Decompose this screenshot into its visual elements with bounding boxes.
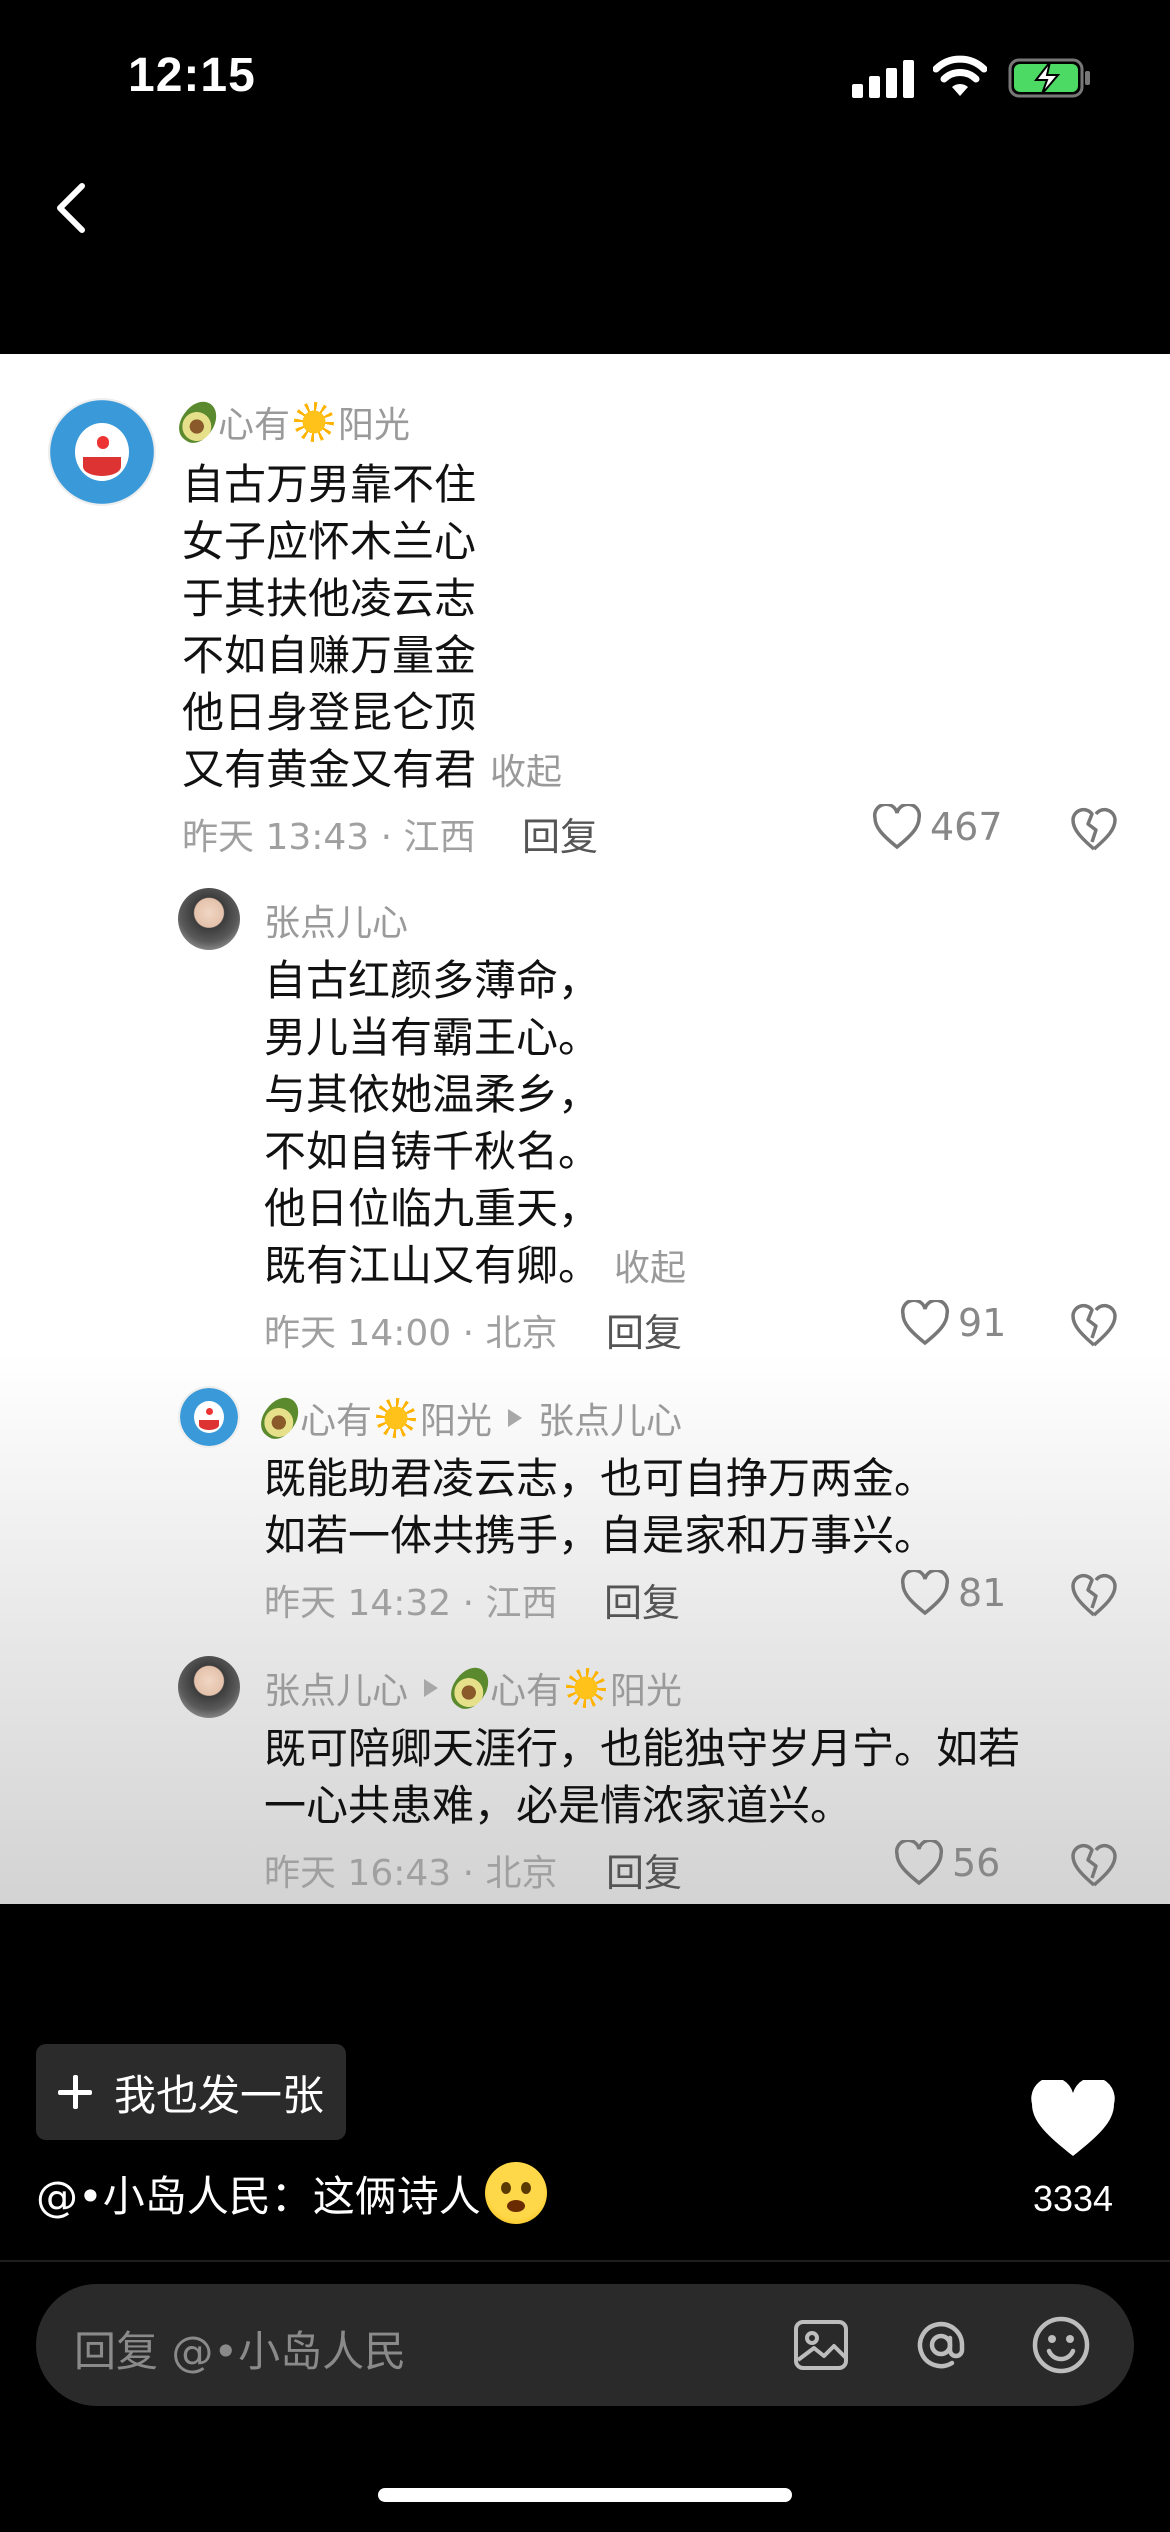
comment-username[interactable]: 心有 阳光	[172, 394, 410, 450]
collapse-link[interactable]: 收起	[490, 752, 562, 793]
like-count: 81	[958, 1571, 1007, 1615]
comment-thread-card: 心有 阳光 自古万男靠不住 女子应怀木兰心 于其扶他凌云志 不如自赚万量金 他日…	[0, 354, 1170, 1904]
sun-emoji-icon	[566, 1668, 607, 1708]
comment-time-location: 昨天 14:32 · 江西	[264, 1583, 558, 1624]
divider	[0, 2260, 1170, 2262]
avocado-emoji-icon	[444, 1660, 496, 1716]
status-bar: 12:15	[0, 0, 1170, 150]
comment-username[interactable]: 张点儿心	[264, 894, 408, 946]
plus-icon	[58, 2075, 92, 2109]
comment-time-location: 昨天 14:00 · 北京	[264, 1313, 558, 1354]
comment-username[interactable]: 心有 阳光 张点儿心	[254, 1390, 682, 1446]
avocado-emoji-icon	[172, 394, 224, 450]
reply-input-bar[interactable]: 回复 @•小岛人民	[36, 2284, 1134, 2406]
status-time: 12:15	[128, 49, 256, 102]
home-indicator[interactable]	[378, 2488, 792, 2502]
heart-icon	[900, 1570, 950, 1616]
dislike-heart-icon[interactable]	[1070, 1842, 1118, 1888]
like-post-heart-icon[interactable]	[1030, 2080, 1116, 2158]
comment-username[interactable]: 张点儿心 心有 阳光	[264, 1660, 682, 1716]
emoji-icon[interactable]	[1030, 2314, 1092, 2376]
comment-text: 自古红颜多薄命， 男儿当有霸王心。 与其依她温柔乡， 不如自铸千秋名。 他日位临…	[264, 956, 687, 1290]
avatar[interactable]	[48, 398, 156, 506]
comment-text: 既可陪卿天涯行，也能独守岁月宁。如若 一心共患难，必是情浓家道兴。	[264, 1724, 1021, 1830]
image-icon[interactable]	[790, 2314, 852, 2376]
post-like-count: 3334	[1032, 2178, 1114, 2219]
comment-text: 既能助君凌云志，也可自挣万两金。 如若一体共携手，自是家和万事兴。	[264, 1454, 937, 1560]
reply-button[interactable]: 回复	[606, 1302, 682, 1357]
sun-emoji-icon	[376, 1398, 417, 1438]
avatar[interactable]	[178, 1386, 240, 1448]
collapse-link[interactable]: 收起	[614, 1248, 686, 1289]
like-button[interactable]: 56	[894, 1840, 1000, 1886]
back-chevron-icon[interactable]	[48, 176, 92, 240]
shocked-face-emoji-icon	[484, 2162, 547, 2224]
avatar[interactable]	[178, 1656, 240, 1718]
like-count: 467	[930, 805, 1003, 849]
like-button[interactable]: 467	[872, 804, 1003, 850]
like-count: 91	[958, 1301, 1007, 1345]
post-button-label: 我也发一张	[114, 2070, 325, 2120]
dislike-heart-icon[interactable]	[1070, 806, 1118, 852]
post-caption[interactable]: @•小岛人民：这俩诗人	[36, 2162, 547, 2224]
reply-input-placeholder[interactable]: 回复 @•小岛人民	[74, 2318, 406, 2379]
avocado-emoji-icon	[254, 1390, 306, 1446]
like-button[interactable]: 81	[900, 1570, 1006, 1616]
reply-arrow-icon	[508, 1409, 523, 1427]
like-button[interactable]: 91	[900, 1300, 1006, 1346]
heart-icon	[900, 1300, 950, 1346]
battery-charging-icon	[1008, 58, 1090, 98]
like-count: 56	[952, 1841, 1001, 1885]
signal-icon	[852, 58, 914, 98]
at-icon[interactable]	[910, 2314, 972, 2376]
comment-text: 自古万男靠不住 女子应怀木兰心 于其扶他凌云志 不如自赚万量金 他日身登昆仑顶 …	[182, 460, 563, 794]
sun-emoji-icon	[294, 402, 335, 442]
dislike-heart-icon[interactable]	[1070, 1302, 1118, 1348]
reply-arrow-icon	[424, 1679, 439, 1697]
reply-button[interactable]: 回复	[522, 806, 598, 861]
reply-button[interactable]: 回复	[606, 1842, 682, 1897]
heart-icon	[872, 804, 922, 850]
comment-time-location: 昨天 13:43 · 江西	[182, 817, 476, 858]
wifi-icon	[933, 55, 987, 96]
avatar[interactable]	[178, 888, 240, 950]
heart-icon	[894, 1840, 944, 1886]
dislike-heart-icon[interactable]	[1070, 1572, 1118, 1618]
comment-time-location: 昨天 16:43 · 北京	[264, 1853, 558, 1894]
post-one-too-button[interactable]: 我也发一张	[36, 2044, 346, 2140]
reply-button[interactable]: 回复	[604, 1572, 680, 1627]
